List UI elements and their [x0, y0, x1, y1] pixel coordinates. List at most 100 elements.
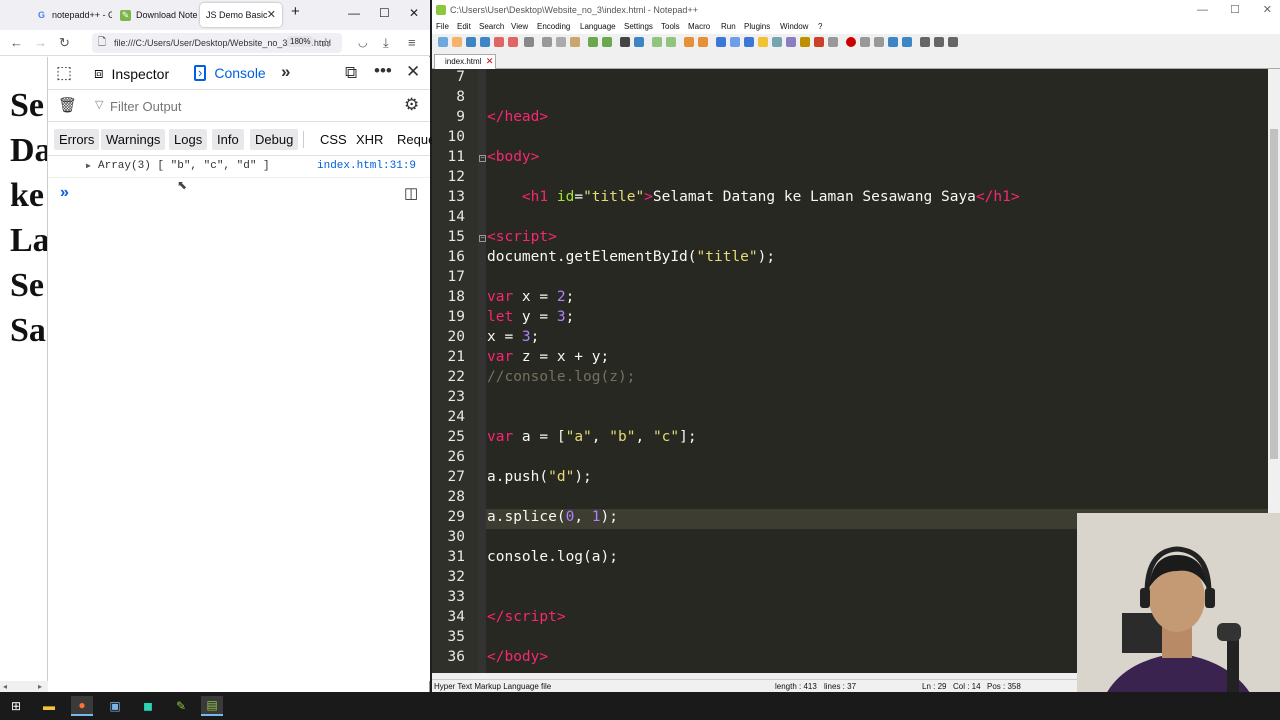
tab-inspector[interactable]: ⧈ Inspector	[94, 65, 169, 82]
trash-icon[interactable]: 🗑	[58, 96, 77, 114]
maximize-icon[interactable]: ☐	[379, 6, 390, 20]
redo-icon[interactable]	[602, 37, 612, 47]
eye-icon[interactable]	[828, 37, 838, 47]
tab-index-html[interactable]: index.html ✕	[434, 54, 497, 69]
log-message[interactable]: Array(3) [ "b", "c", "d" ]	[98, 160, 270, 172]
firefox-taskbar-icon[interactable]: ●	[71, 696, 93, 716]
menu-settings[interactable]: Settings	[624, 22, 653, 31]
sync-v-icon[interactable]	[684, 37, 694, 47]
console-log-row[interactable]: ▶ Array(3) [ "b", "c", "d" ] index.html:…	[48, 156, 430, 178]
cut-icon[interactable]	[542, 37, 552, 47]
open-file-icon[interactable]	[452, 37, 462, 47]
responsive-mode-icon[interactable]: ⧉	[345, 63, 357, 83]
tab-download-notepad[interactable]: ✎ Download Notepa	[114, 3, 198, 27]
scrollbar-thumb[interactable]	[1270, 129, 1278, 459]
new-tab-icon[interactable]: +	[291, 3, 300, 20]
stop-macro-icon[interactable]	[860, 37, 870, 47]
store-icon[interactable]: ▣	[104, 696, 126, 716]
menu-help[interactable]: ?	[818, 22, 822, 31]
menu-edit[interactable]: Edit	[457, 22, 471, 31]
find-icon[interactable]	[620, 37, 630, 47]
more-options-icon[interactable]: •••	[374, 61, 392, 81]
indent-guide-icon[interactable]	[744, 37, 754, 47]
filter-xhr-button[interactable]: XHR	[351, 129, 388, 150]
doc-map-icon[interactable]	[772, 37, 782, 47]
filter-debug-button[interactable]: Debug	[250, 129, 299, 150]
run-macro-multi-icon[interactable]	[888, 37, 898, 47]
save-icon[interactable]	[466, 37, 476, 47]
menu-language[interactable]: Language	[580, 22, 616, 31]
close-window-icon[interactable]: ✕	[409, 6, 419, 20]
close-tab-icon[interactable]: ✕	[267, 8, 276, 21]
scroll-right-icon[interactable]: ▸	[38, 682, 42, 691]
console-prompt-icon[interactable]: »	[60, 184, 69, 202]
menu-search[interactable]: Search	[479, 22, 504, 31]
new-file-icon[interactable]	[438, 37, 448, 47]
save-all-icon[interactable]	[480, 37, 490, 47]
log-source-link[interactable]: index.html:31:9	[317, 160, 416, 172]
record-macro-icon[interactable]	[846, 37, 856, 47]
tab-js-demo-basic[interactable]: JS Demo Basic ✕	[200, 3, 282, 27]
filter-logs-button[interactable]: Logs	[169, 129, 208, 150]
menu-file[interactable]: File	[436, 22, 449, 31]
menu-macro[interactable]: Macro	[688, 22, 710, 31]
close-window-icon[interactable]: ✕	[1263, 0, 1272, 20]
replace-icon[interactable]	[634, 37, 644, 47]
undo-icon[interactable]	[588, 37, 598, 47]
sync-h-icon[interactable]	[698, 37, 708, 47]
menu-window[interactable]: Window	[780, 22, 808, 31]
minimize-icon[interactable]: —	[1197, 0, 1208, 20]
fold-minus-icon[interactable]: −	[479, 235, 486, 242]
save-macro-icon[interactable]	[902, 37, 912, 47]
menu-plugins[interactable]: Plugins	[744, 22, 770, 31]
zoom-level[interactable]: 180%	[287, 36, 314, 47]
filter-css-button[interactable]: CSS	[315, 129, 352, 150]
function-list-icon[interactable]	[786, 37, 796, 47]
element-picker-icon[interactable]: ⬚	[56, 63, 72, 83]
filter-warnings-button[interactable]: Warnings	[101, 129, 166, 150]
horizontal-scrollbar[interactable]: ◂ ▸	[0, 681, 48, 692]
bookmark-star-icon[interactable]: ☆	[320, 35, 332, 51]
menu-run[interactable]: Run	[721, 22, 736, 31]
tab-google-search[interactable]: G notepadd++ - Goo	[30, 3, 112, 27]
zoom-in-icon[interactable]	[652, 37, 662, 47]
maximize-icon[interactable]: ☐	[1230, 0, 1240, 20]
fold-minus-icon[interactable]: −	[479, 155, 486, 162]
print-icon[interactable]	[524, 37, 534, 47]
menu-encoding[interactable]: Encoding	[537, 22, 570, 31]
menu-tools[interactable]: Tools	[661, 22, 680, 31]
filter-output-input[interactable]	[110, 97, 390, 115]
pocket-icon[interactable]: ◡	[358, 36, 368, 49]
tab-console[interactable]: › Console	[194, 65, 266, 81]
filter-errors-button[interactable]: Errors	[54, 129, 100, 150]
print-now-icon[interactable]	[920, 37, 930, 47]
downloads-icon[interactable]: ⤓	[383, 35, 389, 51]
monitor-icon[interactable]	[814, 37, 824, 47]
menu-icon[interactable]: ≡	[408, 35, 416, 50]
filter-info-button[interactable]: Info	[212, 129, 244, 150]
close-devtools-icon[interactable]: ✕	[406, 62, 420, 82]
copy-icon[interactable]	[556, 37, 566, 47]
start-icon[interactable]: ⊞	[5, 696, 27, 716]
file-explorer-icon[interactable]: ▬	[38, 696, 60, 716]
paste-icon[interactable]	[570, 37, 580, 47]
folder-workspace-icon[interactable]	[800, 37, 810, 47]
play-macro-icon[interactable]	[874, 37, 884, 47]
back-icon[interactable]: ←	[10, 35, 23, 50]
forward-icon[interactable]: →	[34, 35, 47, 50]
app-icon[interactable]: ◼	[137, 696, 159, 716]
minimize-icon[interactable]: —	[348, 6, 360, 20]
editor-mode-icon[interactable]: ◫	[404, 184, 418, 202]
menu-view[interactable]: View	[511, 22, 528, 31]
notepad-taskbar-icon[interactable]: ▤	[201, 696, 223, 716]
close-file-icon[interactable]	[494, 37, 504, 47]
all-chars-icon[interactable]	[730, 37, 740, 47]
extra-icon[interactable]	[948, 37, 958, 47]
notepadpp-taskbar-icon[interactable]: ✎	[170, 696, 192, 716]
zoom-out-icon[interactable]	[666, 37, 676, 47]
settings-gear-icon[interactable]: ⚙	[404, 95, 419, 115]
close-tab-icon[interactable]: ✕	[486, 56, 494, 67]
scroll-left-icon[interactable]: ◂	[3, 682, 7, 691]
more-tools-chevron-icon[interactable]: »	[281, 62, 290, 82]
wrap-icon[interactable]	[716, 37, 726, 47]
